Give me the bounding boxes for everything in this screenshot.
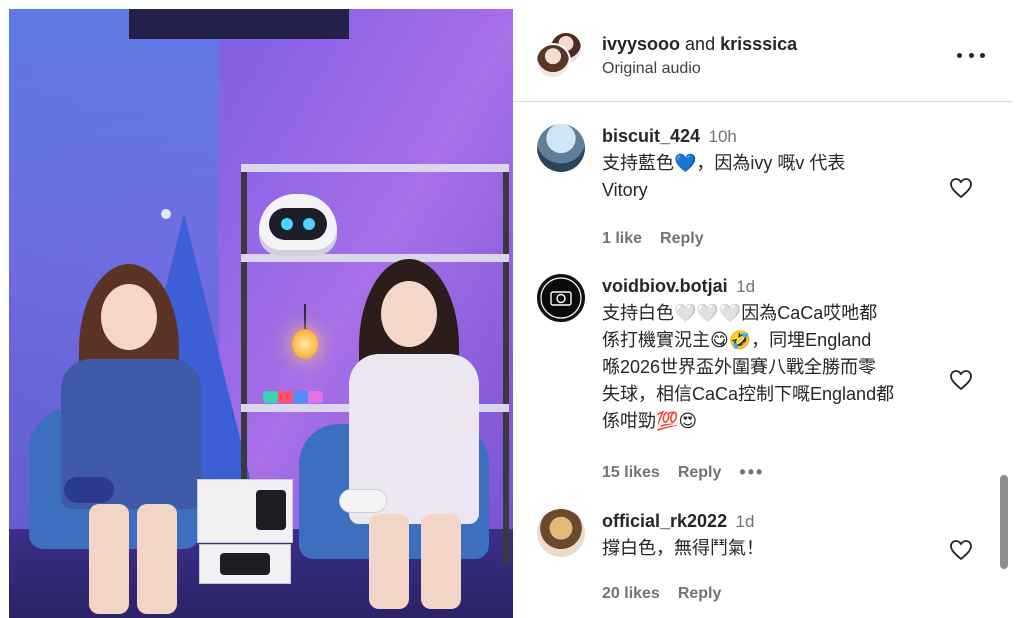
- audio-label[interactable]: Original audio: [602, 60, 701, 78]
- tree-topper: [161, 209, 171, 219]
- comment-time[interactable]: 1d: [736, 277, 755, 296]
- comment-username[interactable]: voidbiov.botjai: [602, 276, 728, 296]
- reply-button[interactable]: Reply: [678, 585, 722, 603]
- avatar[interactable]: [537, 274, 585, 322]
- robot-figure: [259, 194, 337, 256]
- comment-meta: 15 likes Reply •••: [602, 462, 764, 483]
- heart-outline-icon[interactable]: [949, 177, 973, 199]
- avatar[interactable]: [537, 509, 585, 557]
- heart-outline-icon[interactable]: [949, 369, 973, 391]
- ceiling-beam: [129, 9, 349, 39]
- more-options-button[interactable]: [957, 43, 985, 67]
- author-connector: and: [685, 34, 716, 54]
- author-link[interactable]: krisssica: [720, 34, 797, 54]
- like-count[interactable]: 15 likes: [602, 464, 660, 482]
- comment-time[interactable]: 10h: [709, 127, 737, 146]
- post-authors: ivyysooo and krisssica: [602, 34, 797, 55]
- reply-button[interactable]: Reply: [678, 464, 722, 482]
- like-count[interactable]: 20 likes: [602, 585, 660, 603]
- like-count[interactable]: 1 like: [602, 230, 642, 248]
- reply-button[interactable]: Reply: [660, 230, 704, 248]
- comments-scrollbar[interactable]: [1000, 475, 1008, 569]
- reel-video[interactable]: [9, 9, 513, 618]
- more-horizontal-icon: [957, 52, 962, 58]
- light-bulb: [292, 329, 318, 359]
- white-controller: [339, 489, 387, 513]
- author-avatars[interactable]: [535, 31, 583, 79]
- heart-outline-icon[interactable]: [949, 539, 973, 561]
- comment-meta: 20 likes Reply: [602, 585, 721, 603]
- blue-controller: [64, 477, 114, 503]
- comment-username[interactable]: biscuit_424: [602, 126, 700, 146]
- post-header: ivyysooo and krisssica Original audio: [513, 9, 1013, 102]
- comment-text: 撐白色，無得鬥氣！: [602, 538, 764, 558]
- camera-logo-icon: [540, 277, 582, 319]
- person-left: [49, 264, 209, 618]
- author-link[interactable]: ivyysooo: [602, 34, 680, 54]
- comment-item: voidbiov.botjai 1d 支持白色🤍🤍🤍因為CaCa哎吔都 係打機實…: [513, 274, 1013, 482]
- comment-username[interactable]: official_rk2022: [602, 511, 727, 531]
- comment-item: official_rk2022 1d 撐白色，無得鬥氣！ 20 likes Re…: [513, 509, 1013, 609]
- comment-more-icon[interactable]: •••: [739, 462, 764, 483]
- console-box-top: [197, 479, 293, 543]
- person-right: [329, 259, 499, 618]
- avatar: [535, 43, 571, 79]
- console-box-bottom: [199, 544, 291, 584]
- comments-panel: ivyysooo and krisssica Original audio bi…: [513, 9, 1013, 618]
- comment-text: 支持白色🤍🤍🤍因為CaCa哎吔都 係打機實況主😋🤣，同埋England 喺202…: [602, 303, 895, 431]
- playstation-symbols: [263, 391, 323, 403]
- comment-text: 支持藍色💙，因為ivy 嘅v 代表 Vitory: [602, 153, 846, 200]
- comment-item: biscuit_424 10h 支持藍色💙，因為ivy 嘅v 代表 Vitory…: [513, 124, 1013, 247]
- comment-meta: 1 like Reply: [602, 230, 704, 248]
- comment-time[interactable]: 1d: [736, 512, 755, 531]
- avatar[interactable]: [537, 124, 585, 172]
